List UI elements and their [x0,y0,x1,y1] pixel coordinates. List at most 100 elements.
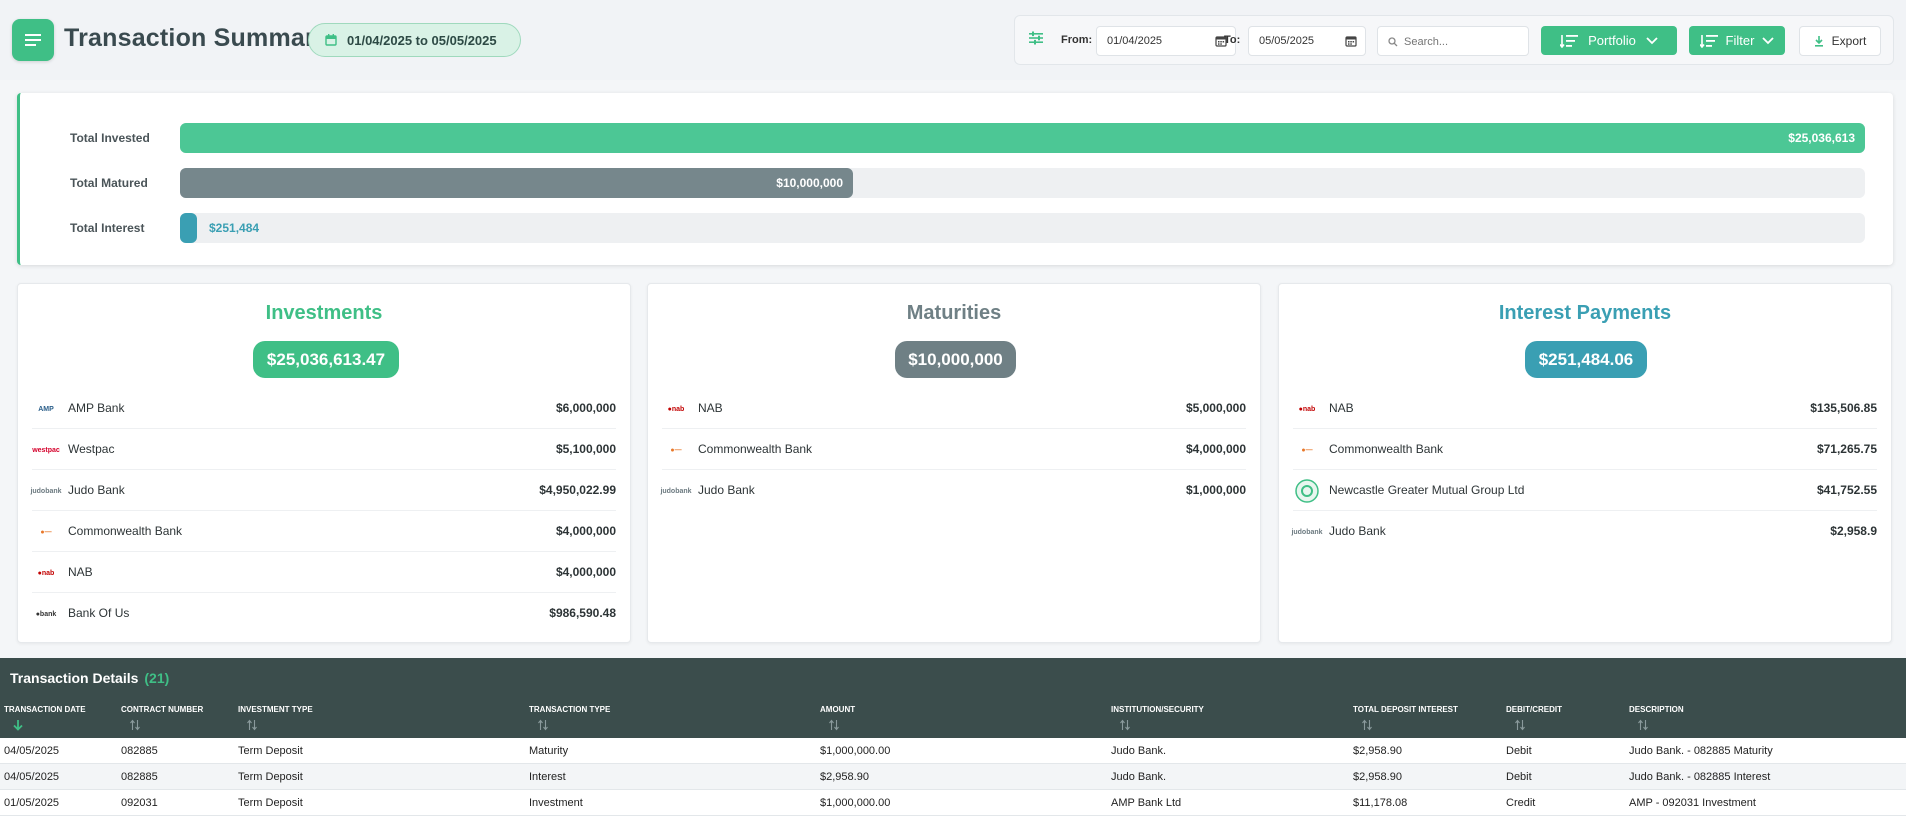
to-date-field[interactable]: 05/05/2025 [1248,26,1366,56]
maturity-row[interactable]: judobank Judo Bank $1,000,000 [660,470,1246,511]
sort-icon[interactable] [828,719,840,731]
filter-button[interactable]: Filter [1689,26,1785,55]
institution-name: Judo Bank [1329,524,1386,538]
page-title: Transaction Summary [64,24,330,52]
column-header[interactable]: Amount [820,705,855,714]
institution-name: NAB [698,401,723,415]
search-input[interactable] [1404,33,1524,51]
table-cell: 04/05/2025 [4,745,60,757]
details-title-text: Transaction Details [10,670,139,686]
column-header[interactable]: Transaction Type [529,705,610,714]
chevron-down-icon [1646,36,1658,44]
institution-name: Commonwealth Bank [68,524,183,538]
calendar-icon[interactable] [1345,35,1357,47]
table-cell: Judo Bank. - 082885 Maturity [1629,745,1773,757]
bankofus-logo-icon: ●bank [35,610,57,618]
table-row[interactable]: 01/05/2025 092031 Term Deposit Investment $1… [0,790,1906,816]
column-header[interactable]: Total Deposit Interest [1353,705,1458,714]
from-date-field[interactable]: 01/04/2025 [1096,26,1236,56]
table-cell: Judo Bank. [1111,745,1167,757]
institution-amount: $2,958.9 [1830,524,1877,538]
interest-label: Total Interest [70,221,145,235]
maturity-row[interactable]: ●nab NAB $5,000,000 [662,388,1246,429]
institution-amount: $4,000,000 [555,524,616,538]
nab-logo-icon: ●nab [1298,405,1316,413]
table-cell: 04/05/2025 [4,771,60,783]
institution-amount: $4,000,000 [1185,442,1246,456]
cba-logo-icon: ●— [40,528,52,536]
table-cell: Judo Bank. [1111,771,1167,783]
interest-payments-total: $251,484.06 [1525,341,1647,378]
column-header[interactable]: Investment Type [238,705,313,714]
menu-button[interactable] [12,19,54,61]
table-cell: $1,000,000.00 [820,745,891,757]
westpac-logo-icon: westpac [32,446,60,454]
judo-logo-icon: judobank [30,487,62,495]
interest-payment-row[interactable]: judobank Judo Bank $2,958.9 [1291,511,1877,552]
sliders-icon[interactable] [1029,31,1043,45]
cba-logo-icon: ●— [1301,446,1313,454]
sort-icon[interactable] [1119,719,1131,731]
search-field[interactable] [1377,26,1529,56]
table-cell: 01/05/2025 [4,797,60,809]
table-row[interactable]: 04/05/2025 082885 Term Deposit Interest $2,9… [0,764,1906,790]
investment-row[interactable]: ●nab NAB $4,000,000 [32,552,616,593]
table-cell: 082885 [121,745,158,757]
table-row[interactable]: 04/05/2025 082885 Term Deposit Maturity $1,0… [0,738,1906,764]
table-cell: 092031 [121,797,158,809]
matured-bar-row: Total Matured $10,000,000 [20,168,1896,198]
table-cell: Term Deposit [238,797,303,809]
table-cell: Interest [529,771,566,783]
institution-name: Newcastle Greater Mutual Group Ltd [1329,483,1525,497]
institution-amount: $41,752.55 [1816,483,1877,497]
investment-row[interactable]: judobank Judo Bank $4,950,022.99 [30,470,616,511]
sort-icon[interactable] [1637,719,1649,731]
table-cell: AMP - 092031 Investment [1629,797,1756,809]
portfolio-button[interactable]: Portfolio [1541,26,1677,55]
invested-bar-row: Total Invested $25,036,613 [20,123,1896,153]
date-range-chip[interactable]: 01/04/2025 to 05/05/2025 [308,23,521,57]
sort-icon[interactable] [1361,719,1373,731]
column-header[interactable]: Transaction Date [4,705,86,714]
export-button[interactable]: Export [1799,26,1881,56]
investment-row[interactable]: ●— Commonwealth Bank $4,000,000 [32,511,616,552]
invested-label: Total Invested [70,131,150,145]
investment-row[interactable]: westpac Westpac $5,100,000 [32,429,616,470]
sort-descending-icon[interactable] [12,719,24,731]
sort-icon[interactable] [129,719,141,731]
download-icon [1814,35,1823,47]
table-cell: AMP Bank Ltd [1111,797,1182,809]
sort-icon[interactable] [537,719,549,731]
interest-payment-row[interactable]: Newcastle Greater Mutual Group Ltd $41,75… [1293,470,1877,511]
institution-name: AMP Bank [68,401,125,415]
institution-amount: $4,000,000 [555,565,616,579]
institution-amount: $1,000,000 [1185,483,1246,497]
investment-row[interactable]: ●bank Bank Of Us $986,590.48 [32,593,616,634]
table-cell: Judo Bank. - 082885 Interest [1629,771,1771,783]
sort-icon[interactable] [246,719,258,731]
column-header[interactable]: Description [1629,705,1684,714]
column-header[interactable]: Contract Number [121,705,203,714]
institution-name: Judo Bank [68,483,125,497]
amp-logo-icon: AMP [38,405,54,413]
column-header[interactable]: Debit/Credit [1506,705,1562,714]
interest-bar-track: $251,484 [180,213,1865,243]
column-header[interactable]: Institution/Security [1111,705,1204,714]
investments-title: Investments [265,302,383,324]
table-cell: $1,000,000.00 [820,797,891,809]
transaction-details-title: Transaction Details (21) [10,670,169,686]
interest-payment-row[interactable]: ●nab NAB $135,506.85 [1293,388,1877,429]
institution-amount: $4,950,022.99 [539,483,616,497]
menu-icon [25,34,41,46]
institution-name: NAB [68,565,93,579]
search-icon [1388,37,1398,47]
investments-list: AMP AMP Bank $6,000,000 westpac Westpac $5,10… [18,388,630,634]
sort-icon[interactable] [1514,719,1526,731]
maturities-title: Maturities [906,302,1002,324]
institution-amount: $5,100,000 [555,442,616,456]
newcastle-logo-icon [1293,479,1321,503]
investment-row[interactable]: AMP AMP Bank $6,000,000 [32,388,616,429]
from-date-value: 01/04/2025 [1107,35,1163,47]
maturity-row[interactable]: ●— Commonwealth Bank $4,000,000 [662,429,1246,470]
interest-payment-row[interactable]: ●— Commonwealth Bank $71,265.75 [1293,429,1877,470]
